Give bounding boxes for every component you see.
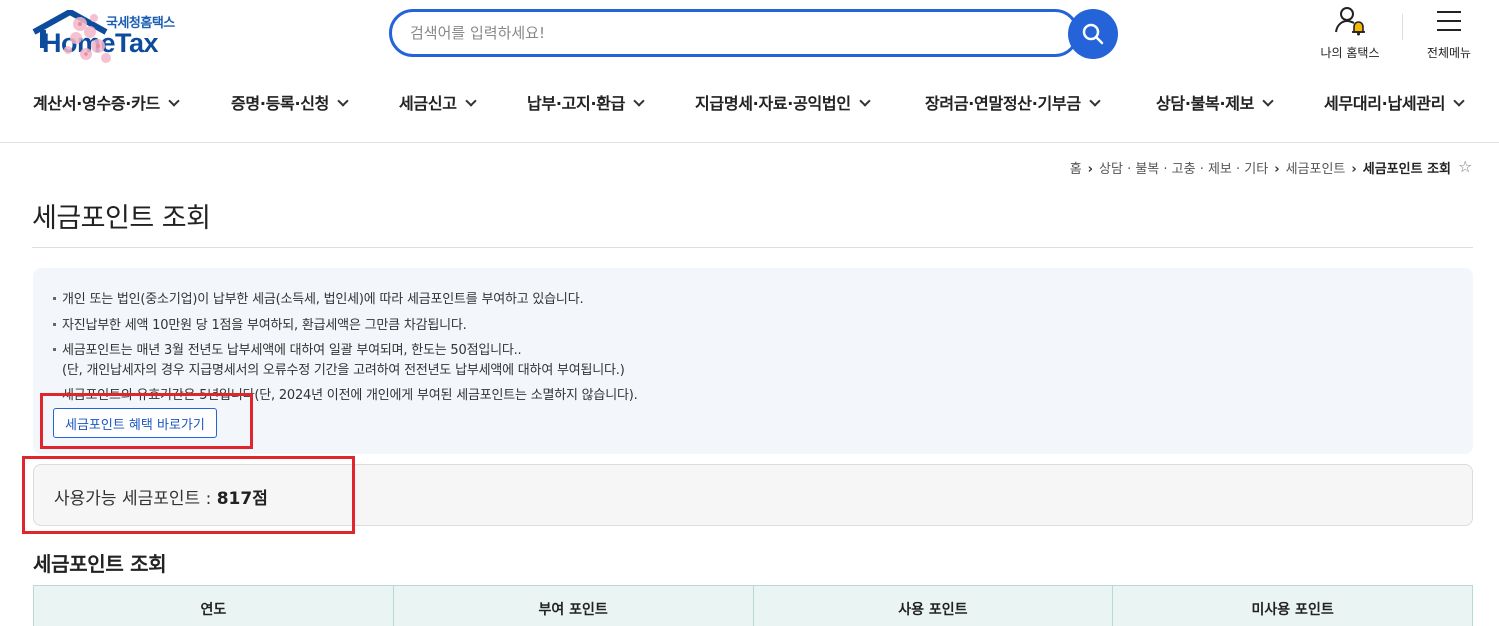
nav-item-statements[interactable]: 지급명세·자료·공익법인 [695, 90, 871, 114]
nav-item-consulting[interactable]: 상담·불복·제보 [1156, 90, 1274, 114]
bullet-icon [53, 348, 56, 351]
chevron-down-icon [633, 95, 645, 107]
chevron-down-icon [168, 95, 180, 107]
breadcrumb-separator: › [1274, 162, 1280, 177]
nav-label: 장려금·연말정산·기부금 [925, 94, 1081, 113]
breadcrumb-separator: › [1087, 162, 1094, 177]
section-title: 세금포인트 조회 [33, 552, 167, 576]
breadcrumb-home[interactable]: 홈 [1070, 162, 1082, 177]
column-header-granted: 부여 포인트 [394, 586, 754, 626]
nav-label: 세금신고 [399, 94, 457, 113]
search-icon [1082, 23, 1104, 45]
info-item: 세금포인트는 매년 3월 전년도 납부세액에 대하여 일괄 부여되며, 한도는 … [53, 339, 522, 358]
info-item-continued: (단, 개인납세자의 경우 지급명세서의 오류수정 기간을 고려하여 전전년도 … [62, 359, 625, 378]
info-text: (단, 개인납세자의 경우 지급명세서의 오류수정 기간을 고려하여 전전년도 … [62, 363, 625, 378]
highlight-box-points [22, 456, 355, 534]
nav-item-incentives[interactable]: 장려금·연말정산·기부금 [925, 90, 1101, 114]
nav-item-tax-filing[interactable]: 세금신고 [399, 90, 477, 114]
breadcrumb-level2[interactable]: 세금포인트 [1286, 162, 1346, 177]
info-item: 개인 또는 법인(중소기업)이 납부한 세금(소득세, 법인세)에 따라 세금포… [53, 288, 584, 307]
hometax-logo[interactable]: 국세청홈택스 HomeTax [32, 10, 272, 66]
points-table-header: 연도 부여 포인트 사용 포인트 미사용 포인트 [33, 585, 1473, 626]
main-nav: 계산서·영수증·카드 증명·등록·신청 세금신고 납부·고지·환급 지급명세·자… [0, 78, 1499, 128]
chevron-down-icon [1089, 95, 1101, 107]
cherry-blossom-icon [64, 14, 111, 63]
search-box [389, 9, 1079, 57]
all-menu-button[interactable]: 전체메뉴 [1418, 6, 1480, 61]
nav-item-tax-agent[interactable]: 세무대리·납세관리 [1324, 90, 1465, 114]
nav-label: 증명·등록·신청 [231, 94, 330, 113]
header-divider [1402, 14, 1403, 40]
search-input[interactable] [410, 12, 1050, 54]
chevron-down-icon [859, 95, 871, 107]
chevron-down-icon [1262, 95, 1274, 107]
breadcrumb-level1[interactable]: 상담 · 불복 · 고충 · 제보 · 기타 [1099, 162, 1268, 177]
nav-label: 상담·불복·제보 [1156, 94, 1255, 113]
nav-item-certificates[interactable]: 증명·등록·신청 [231, 90, 349, 114]
nav-item-payment[interactable]: 납부·고지·환급 [527, 90, 645, 114]
favorite-star-icon[interactable]: ☆ [1458, 157, 1472, 176]
my-hometax-button[interactable]: 나의 홈택스 [1312, 6, 1388, 61]
info-text: 세금포인트는 매년 3월 전년도 납부세액에 대하여 일괄 부여되며, 한도는 … [62, 343, 522, 358]
hamburger-menu-icon [1437, 11, 1461, 31]
all-menu-label: 전체메뉴 [1426, 46, 1472, 60]
highlight-box-benefit [40, 393, 253, 449]
nav-divider [0, 142, 1499, 143]
chevron-down-icon [337, 95, 349, 107]
column-header-year: 연도 [34, 586, 394, 626]
info-text: 자진납부한 세액 10만원 당 1점을 부여하되, 환급세액은 그만큼 차감됩니… [62, 318, 467, 333]
breadcrumb: 홈 › 상담 · 불복 · 고충 · 제보 · 기타 › 세금포인트 › 세금포인트 조회 [1070, 158, 1451, 177]
nav-label: 세무대리·납세관리 [1324, 94, 1446, 113]
my-hometax-label: 나의 홈택스 [1320, 46, 1380, 60]
chevron-down-icon [465, 95, 477, 107]
info-item: 자진납부한 세액 10만원 당 1점을 부여하되, 환급세액은 그만큼 차감됩니… [53, 314, 467, 333]
search-button[interactable] [1068, 9, 1118, 59]
bullet-icon [53, 297, 56, 300]
breadcrumb-current: 세금포인트 조회 [1362, 162, 1451, 177]
title-divider [32, 247, 1473, 248]
user-bell-icon [1335, 7, 1365, 36]
column-header-unused: 미사용 포인트 [1251, 602, 1334, 618]
nav-item-receipts[interactable]: 계산서·영수증·카드 [33, 90, 180, 114]
nav-label: 납부·고지·환급 [527, 94, 626, 113]
chevron-down-icon [1453, 95, 1465, 107]
nav-label: 지급명세·자료·공익법인 [695, 94, 851, 113]
breadcrumb-separator: › [1351, 162, 1357, 177]
nav-label: 계산서·영수증·카드 [33, 94, 160, 113]
page-title: 세금포인트 조회 [32, 203, 211, 234]
info-text: 개인 또는 법인(중소기업)이 납부한 세금(소득세, 법인세)에 따라 세금포… [62, 292, 584, 307]
bullet-icon [53, 323, 56, 326]
column-header-used: 사용 포인트 [754, 586, 1114, 626]
